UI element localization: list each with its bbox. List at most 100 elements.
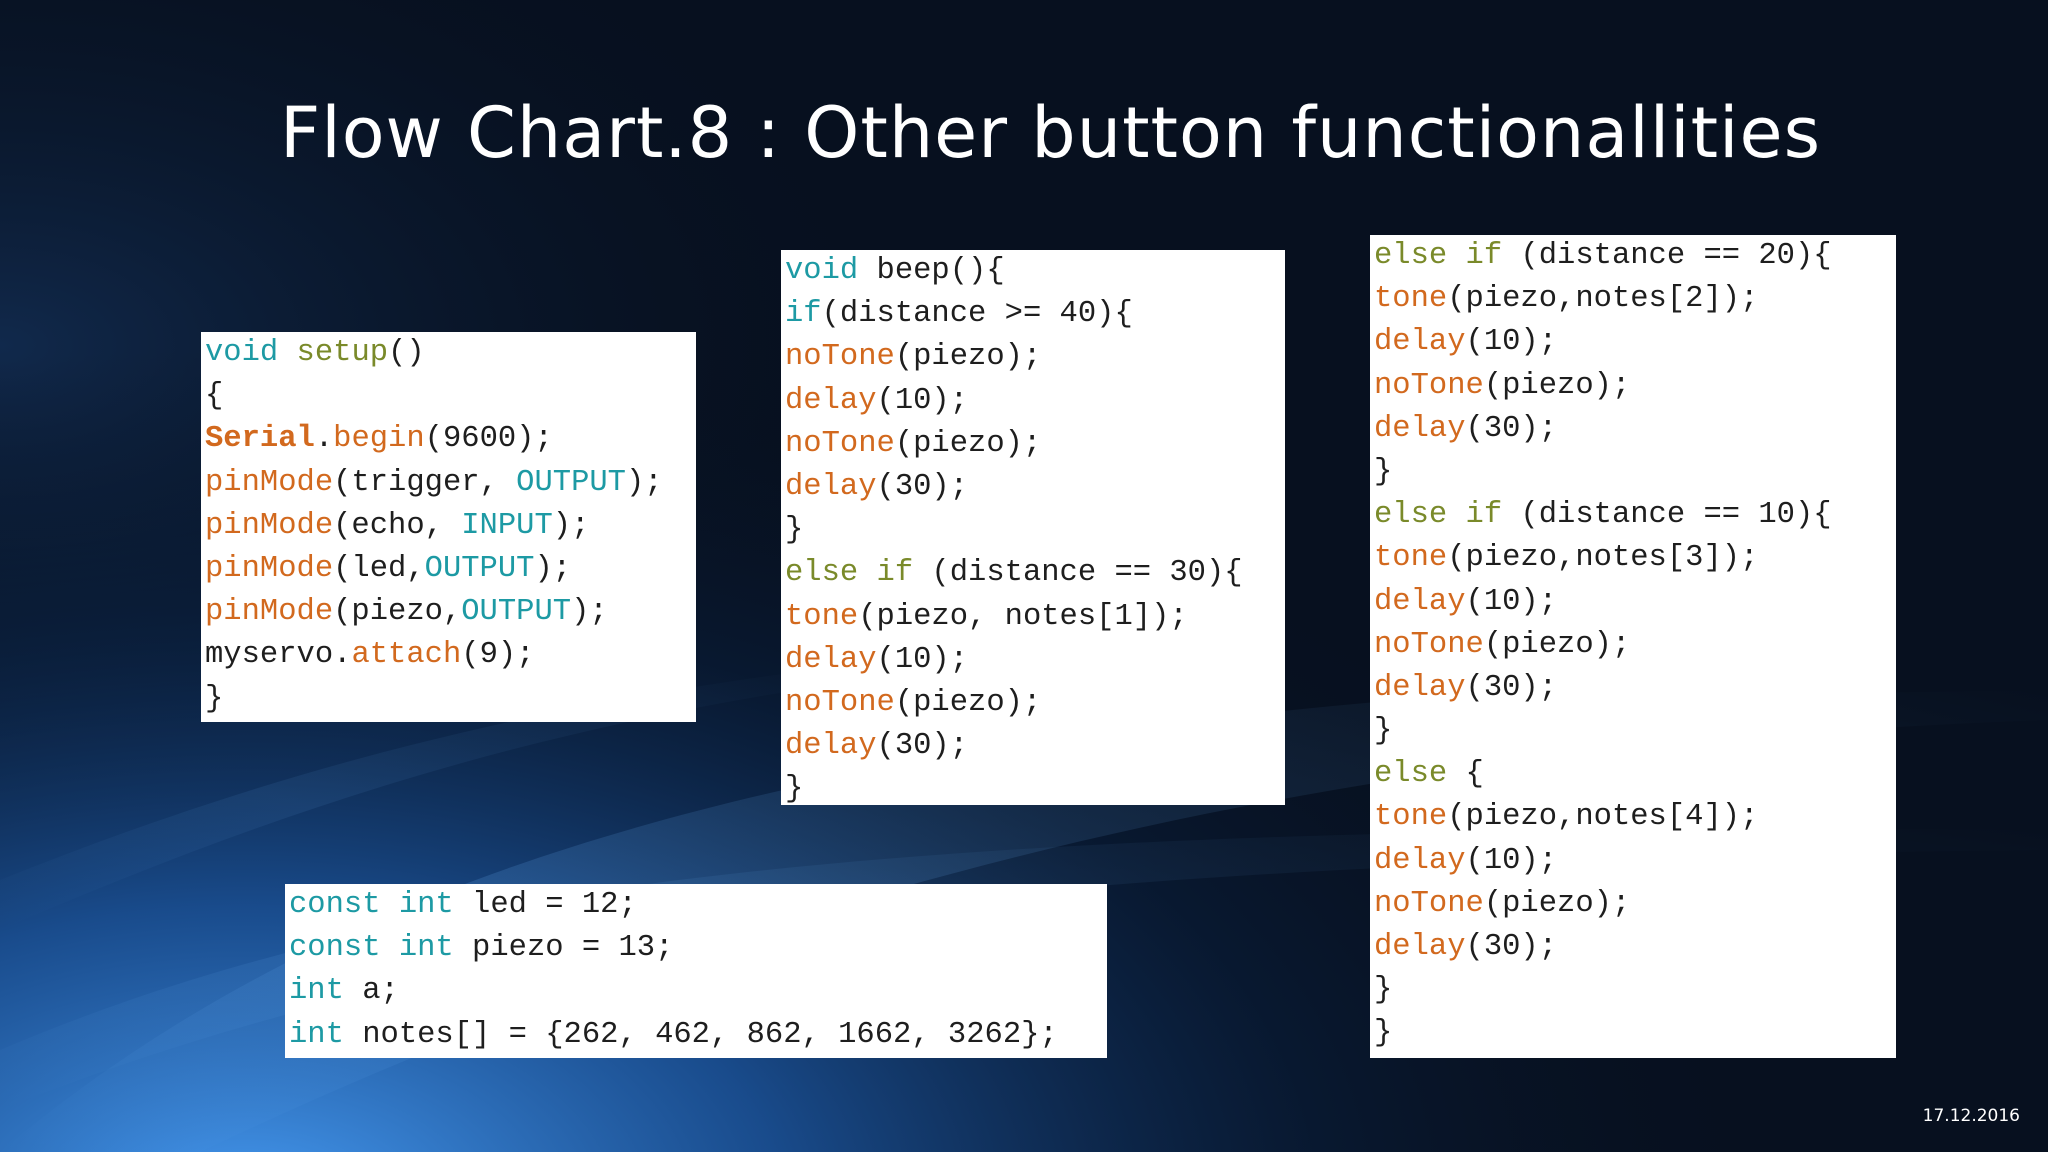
code-token: piezo = 13;	[453, 931, 674, 966]
code-token: else if	[1374, 498, 1503, 533]
code-token: }	[205, 681, 224, 716]
code-token: delay	[785, 383, 877, 418]
code-token: (30);	[1465, 670, 1558, 705]
code-token: noTone	[785, 685, 895, 720]
code-panel-constants: const int led = 12; const int piezo = 13;…	[285, 884, 1107, 1058]
code-token: );	[571, 595, 608, 630]
code-token: (trigger,	[333, 465, 517, 500]
code-line: delay(30);	[785, 725, 1285, 768]
code-line: int a;	[289, 970, 1107, 1013]
code-line: const int piezo = 13;	[289, 927, 1107, 970]
code-line: delay(10);	[1374, 321, 1896, 364]
code-token: }	[785, 772, 804, 805]
code-token: OUTPUT	[424, 551, 535, 586]
code-token: );	[552, 508, 590, 543]
code-line: delay(30);	[1374, 408, 1896, 451]
code-line: delay(30);	[1374, 926, 1896, 969]
code-token: tone	[1374, 541, 1448, 576]
code-token: (9600);	[424, 422, 553, 457]
code-line: int notes[] = {262, 462, 862, 1662, 3262…	[289, 1014, 1107, 1057]
code-line: if(distance >= 40){	[785, 293, 1285, 336]
code-line: pinMode(echo, INPUT);	[205, 505, 696, 548]
code-token: (distance == 30){	[913, 556, 1243, 591]
code-panel-else-if: else if (distance == 20){tone(piezo,note…	[1370, 235, 1896, 1058]
code-token: noTone	[1374, 368, 1484, 403]
code-line: else if (distance == 20){	[1374, 235, 1896, 278]
code-line: {	[205, 375, 696, 418]
code-line: }	[785, 768, 1285, 805]
code-token: (30);	[1465, 411, 1558, 446]
code-line: void setup()	[205, 332, 696, 375]
code-line: myservo.attach(9);	[205, 634, 696, 677]
code-token: pinMode	[205, 551, 334, 586]
code-line: delay(10);	[1374, 581, 1896, 624]
code-token: int	[289, 1017, 344, 1052]
code-token: noTone	[785, 426, 895, 461]
code-token: delay	[1374, 930, 1466, 964]
code-token: (piezo,notes[2]);	[1447, 282, 1759, 317]
code-token: (9);	[461, 638, 535, 673]
code-token: (10);	[1465, 843, 1558, 878]
code-token: (piezo);	[1483, 627, 1631, 662]
code-token: const	[289, 888, 381, 922]
code-line: else if (distance == 30){	[785, 552, 1285, 595]
code-token: else if	[1374, 239, 1503, 273]
code-token: (piezo,notes[4]);	[1447, 800, 1759, 835]
code-token: int	[289, 974, 344, 1009]
code-token: );	[625, 465, 663, 500]
code-token: attach	[351, 638, 462, 673]
code-token: (echo,	[333, 508, 462, 543]
code-line: noTone(piezo);	[785, 336, 1285, 379]
code-token: (piezo,notes[3]);	[1447, 541, 1759, 576]
code-line: tone(piezo, notes[1]);	[785, 596, 1285, 639]
code-token: myservo.	[205, 638, 352, 673]
code-token: (10);	[1465, 584, 1558, 619]
code-token: (piezo);	[894, 426, 1042, 461]
code-line: tone(piezo,notes[4]);	[1374, 796, 1896, 839]
code-token: tone	[1374, 800, 1448, 835]
code-line: }	[1374, 710, 1896, 753]
code-token: void	[205, 336, 279, 370]
code-token: (led,	[333, 551, 425, 586]
code-token: (distance == 10){	[1502, 498, 1832, 533]
code-token: else if	[785, 556, 914, 591]
code-token: (10);	[876, 383, 969, 418]
code-token: begin	[333, 422, 425, 457]
code-line: const int led = 12;	[289, 884, 1107, 927]
code-line: delay(10);	[785, 639, 1285, 682]
code-line: tone(piezo,notes[2]);	[1374, 278, 1896, 321]
slide-date: 17.12.2016	[1922, 1106, 2020, 1126]
code-token: pinMode	[205, 465, 334, 500]
code-line: pinMode(trigger, OUTPUT);	[205, 462, 696, 505]
code-token: delay	[1374, 584, 1466, 619]
code-line: else {	[1374, 753, 1896, 796]
code-line: noTone(piezo);	[1374, 883, 1896, 926]
code-line: pinMode(piezo,OUTPUT);	[205, 591, 696, 634]
code-token: OUTPUT	[461, 595, 572, 630]
code-token: INPUT	[461, 508, 553, 543]
code-line: }	[1374, 451, 1896, 494]
code-line: else if (distance == 10){	[1374, 494, 1896, 537]
code-token: delay	[1374, 670, 1466, 705]
code-token: (10);	[876, 642, 969, 677]
code-token: (piezo, notes[1]);	[858, 599, 1188, 634]
code-token: pinMode	[205, 595, 334, 630]
slide-title: Flow Chart.8 : Other button functionalli…	[280, 92, 1822, 174]
code-token: int	[398, 931, 454, 966]
code-token: delay	[785, 469, 877, 504]
code-token: delay	[1374, 411, 1466, 446]
code-token: int	[398, 888, 454, 922]
code-token: (piezo);	[894, 685, 1042, 720]
code-token: (piezo);	[1483, 368, 1631, 403]
code-line: }	[785, 509, 1285, 552]
code-panel-setup: void setup(){Serial.begin(9600); pinMode(…	[201, 332, 696, 722]
code-token: (piezo);	[1483, 886, 1631, 921]
code-token: tone	[785, 599, 859, 634]
code-token: delay	[1374, 325, 1466, 360]
code-token: led = 12;	[453, 888, 637, 922]
code-token: }	[1374, 454, 1393, 489]
code-token: );	[534, 551, 572, 586]
code-token: ()	[388, 336, 425, 370]
code-token: noTone	[1374, 886, 1484, 921]
